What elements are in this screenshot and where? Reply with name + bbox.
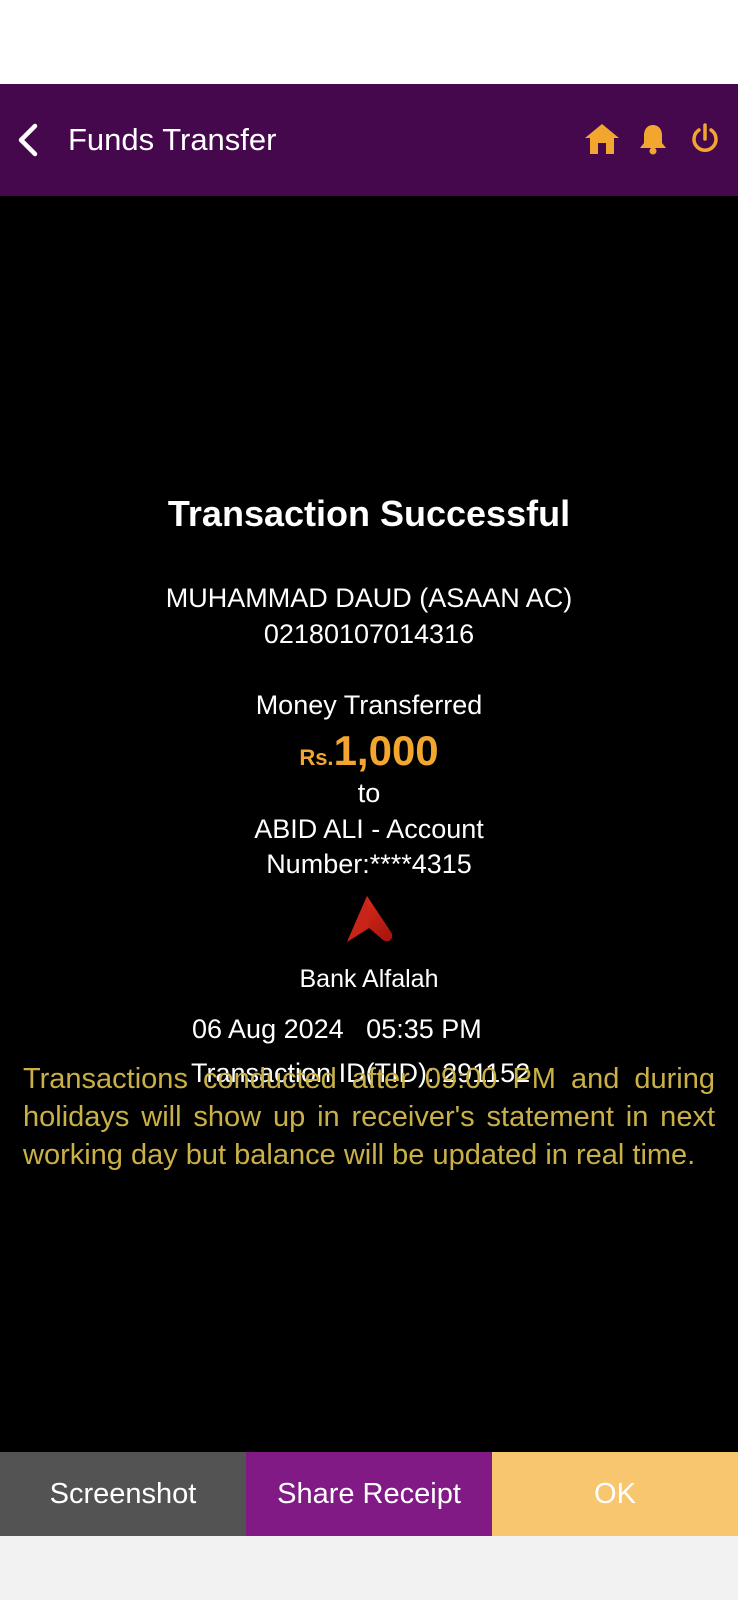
success-title: Transaction Successful [167, 493, 571, 534]
processing-notice: Transactions conducted after 09:00 PM an… [23, 1063, 715, 1171]
chevron-left-icon [18, 123, 38, 157]
sender-name: MUHAMMAD DAUD (ASAAN AC) [165, 583, 573, 613]
recipient-name: ABID ALI - Account [254, 814, 484, 844]
power-icon [692, 123, 718, 152]
back-button[interactable] [6, 114, 50, 166]
screenshot-button[interactable]: Screenshot [0, 1452, 246, 1536]
recipient-account-number: Number:****4315 [266, 849, 472, 879]
notifications-button[interactable] [630, 116, 676, 162]
bank-alfalah-logo [347, 896, 393, 942]
amount-value: 1,000 [333, 727, 439, 774]
home-button[interactable] [579, 116, 625, 162]
currency-label: Rs. [299, 745, 334, 770]
transaction-date: 06 Aug 2024 [192, 1014, 344, 1044]
transaction-datetime: 06 Aug 2024 05:35 PM [192, 1011, 482, 1047]
to-label: to [357, 778, 381, 808]
page-title: Funds Transfer [68, 122, 277, 157]
share-receipt-button[interactable]: Share Receipt [246, 1452, 492, 1536]
money-transferred-label: Money Transferred [255, 690, 483, 720]
ok-button[interactable]: OK [492, 1452, 738, 1536]
sender-account-number: 02180107014316 [263, 619, 475, 649]
action-bar: Screenshot Share Receipt OK [0, 1452, 738, 1536]
bank-name: Bank Alfalah [299, 965, 439, 993]
app-header: Funds Transfer [0, 84, 738, 196]
status-bar-area [0, 0, 738, 84]
bottom-safe-area [0, 1536, 738, 1600]
home-icon [585, 124, 619, 154]
transaction-time: 05:35 PM [366, 1014, 482, 1044]
bell-icon [640, 125, 666, 155]
logout-button[interactable] [682, 116, 728, 162]
